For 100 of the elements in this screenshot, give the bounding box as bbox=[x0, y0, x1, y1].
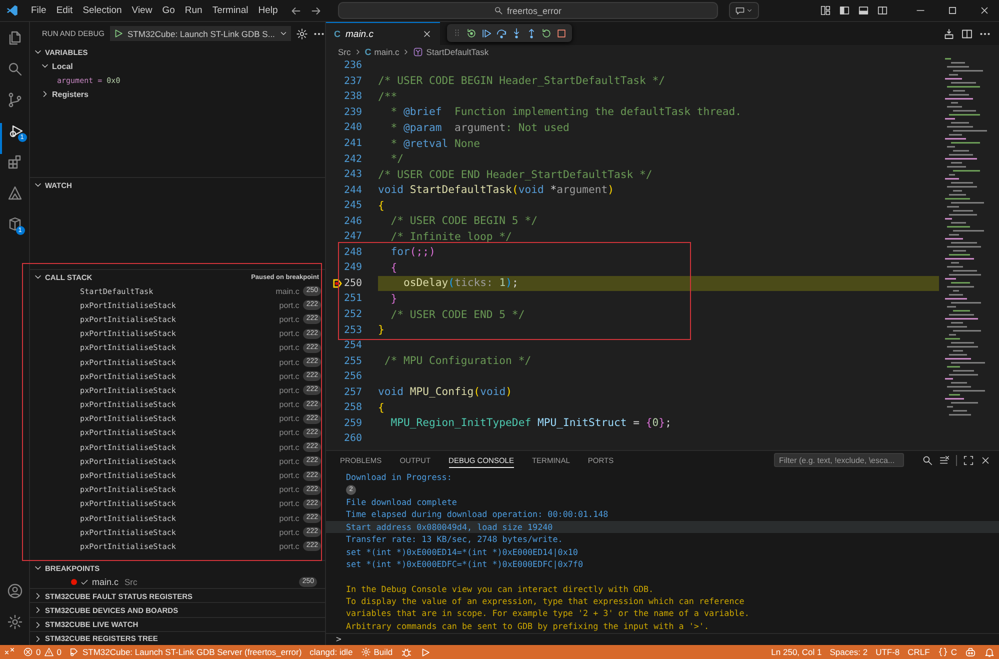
menu-item[interactable]: File bbox=[27, 3, 50, 18]
step-into-button[interactable] bbox=[511, 28, 522, 38]
menu-item[interactable]: Edit bbox=[52, 3, 77, 18]
code-line: /* USER CODE BEGIN Header_StartDefaultTask */ bbox=[378, 75, 666, 88]
plug-icon bbox=[69, 647, 80, 657]
stop-icon bbox=[556, 28, 567, 38]
breadcrumb-item[interactable]: C main.c bbox=[364, 46, 400, 56]
problems-button[interactable]: 0 0 bbox=[23, 647, 62, 657]
breadcrumb-item[interactable]: StartDefaultTask bbox=[413, 46, 489, 56]
breakpoint-dot-icon bbox=[71, 579, 77, 585]
status-item[interactable]: UTF-8 bbox=[876, 647, 900, 657]
command-center-search[interactable]: freertos_error bbox=[338, 2, 718, 19]
split-editor-button[interactable] bbox=[961, 28, 973, 40]
debug-button[interactable] bbox=[400, 646, 412, 658]
close-icon bbox=[422, 29, 432, 39]
scope-item[interactable]: Local bbox=[30, 59, 325, 73]
menu-item[interactable]: Terminal bbox=[208, 3, 252, 18]
status-item[interactable]: CRLF bbox=[908, 647, 930, 657]
play-icon bbox=[112, 28, 124, 39]
language-button[interactable]: C bbox=[938, 647, 957, 657]
menu-item[interactable]: Selection bbox=[78, 3, 126, 18]
code-line: */ bbox=[390, 153, 404, 166]
sidebar-toggle[interactable] bbox=[839, 5, 850, 16]
console-line: To display the value of an expression, type that expression which can reference bbox=[346, 596, 744, 606]
line-number: 239 bbox=[344, 106, 362, 118]
play-bug-icon bbox=[8, 123, 24, 139]
back-button[interactable] bbox=[290, 4, 302, 16]
chevron-down-icon bbox=[278, 29, 288, 38]
bell-icon bbox=[984, 646, 995, 658]
line-number: 250 bbox=[344, 278, 362, 289]
line-number: 247 bbox=[344, 231, 362, 242]
remote-button[interactable] bbox=[4, 646, 15, 658]
console-line: File download complete bbox=[346, 496, 457, 507]
run-to-button[interactable] bbox=[466, 28, 477, 38]
clear-console-button[interactable] bbox=[939, 454, 950, 466]
code-line: for(;;) bbox=[390, 246, 436, 258]
run-button[interactable] bbox=[420, 646, 431, 658]
settings-button[interactable] bbox=[296, 28, 308, 40]
scope-item[interactable]: Registers bbox=[30, 87, 325, 101]
search-icon bbox=[6, 61, 22, 77]
launch-button[interactable]: STM32Cube: Launch ST-Link GDB Server (freertos_error) bbox=[69, 647, 302, 657]
circular-arrow-icon bbox=[466, 28, 477, 38]
layout-icon bbox=[820, 5, 831, 16]
line-number: 249 bbox=[344, 262, 362, 274]
line-number: 251 bbox=[344, 293, 362, 304]
debug-tray-button[interactable] bbox=[943, 28, 955, 40]
down-arrow-icon bbox=[511, 28, 522, 38]
filter-field[interactable]: Filter (e.g. text, !exclude, \esca... bbox=[774, 453, 904, 467]
search-button[interactable] bbox=[922, 454, 933, 466]
step-out-button[interactable] bbox=[526, 28, 537, 38]
code-line: /** bbox=[378, 90, 398, 103]
layout-button[interactable] bbox=[820, 5, 831, 16]
restart-icon bbox=[541, 28, 552, 38]
editor-tab[interactable]: C main.c bbox=[326, 22, 440, 45]
arrow-left-icon bbox=[290, 4, 302, 16]
code-line: } bbox=[390, 292, 398, 305]
chat-button[interactable] bbox=[728, 2, 759, 19]
code-line: /* MPU Configuration */ bbox=[383, 355, 532, 368]
checkbox[interactable] bbox=[80, 578, 89, 586]
line-number: 236 bbox=[344, 60, 362, 72]
line-number: 255 bbox=[344, 356, 362, 367]
breadcrumb-item[interactable]: Src bbox=[338, 46, 351, 56]
method-icon bbox=[413, 46, 424, 56]
code-line: /* USER CODE BEGIN 5 */ bbox=[390, 215, 538, 228]
launch-config-dropdown[interactable]: STM32Cube: Launch ST-Link GDB S... bbox=[110, 26, 291, 41]
maximize-panel-button[interactable] bbox=[963, 454, 974, 466]
forward-button[interactable] bbox=[310, 4, 322, 16]
build-button[interactable]: Build bbox=[360, 647, 393, 657]
sidebar-left-icon bbox=[839, 5, 850, 16]
search-icon bbox=[494, 6, 504, 15]
copilot-button[interactable] bbox=[965, 646, 976, 658]
menu-item[interactable]: Run bbox=[180, 3, 206, 18]
copilot-icon bbox=[965, 646, 976, 658]
restart-button[interactable] bbox=[541, 28, 552, 38]
line-number: 237 bbox=[344, 76, 362, 87]
step-over-button[interactable] bbox=[496, 28, 507, 38]
menu-item[interactable]: Help bbox=[254, 3, 282, 18]
secondary-sidebar-toggle[interactable] bbox=[877, 5, 888, 16]
console-line: variables that are in scope. For example type '2 + 3' or the name of a variable. bbox=[346, 608, 750, 618]
status-item[interactable]: clangd: idle bbox=[310, 647, 353, 657]
menu-item[interactable]: Go bbox=[158, 3, 179, 18]
status-item[interactable]: Ln 250, Col 1 bbox=[771, 647, 822, 657]
stop-button[interactable] bbox=[556, 28, 567, 38]
menu-item[interactable]: View bbox=[128, 3, 156, 18]
panel-toggle[interactable] bbox=[858, 5, 869, 16]
code-line: osDelay(ticks: 1); bbox=[402, 277, 518, 290]
status-item[interactable]: Spaces: 2 bbox=[830, 647, 868, 657]
tray-icon bbox=[943, 28, 955, 40]
panel-bottom-icon bbox=[858, 5, 869, 16]
line-number: 238 bbox=[344, 91, 362, 102]
code-line: /* USER CODE END Header_StartDefaultTask */ bbox=[378, 168, 652, 181]
chat-icon bbox=[734, 6, 745, 16]
close-panel-button[interactable] bbox=[980, 454, 991, 466]
line-number: 260 bbox=[344, 433, 362, 444]
extensions-icon bbox=[6, 154, 22, 170]
line-number: 257 bbox=[344, 386, 362, 398]
notifications-button[interactable] bbox=[984, 646, 995, 658]
continue-button[interactable] bbox=[481, 28, 492, 38]
code-line: void StartDefaultTask(void *argument) bbox=[378, 184, 614, 196]
code-line: { bbox=[378, 402, 384, 414]
